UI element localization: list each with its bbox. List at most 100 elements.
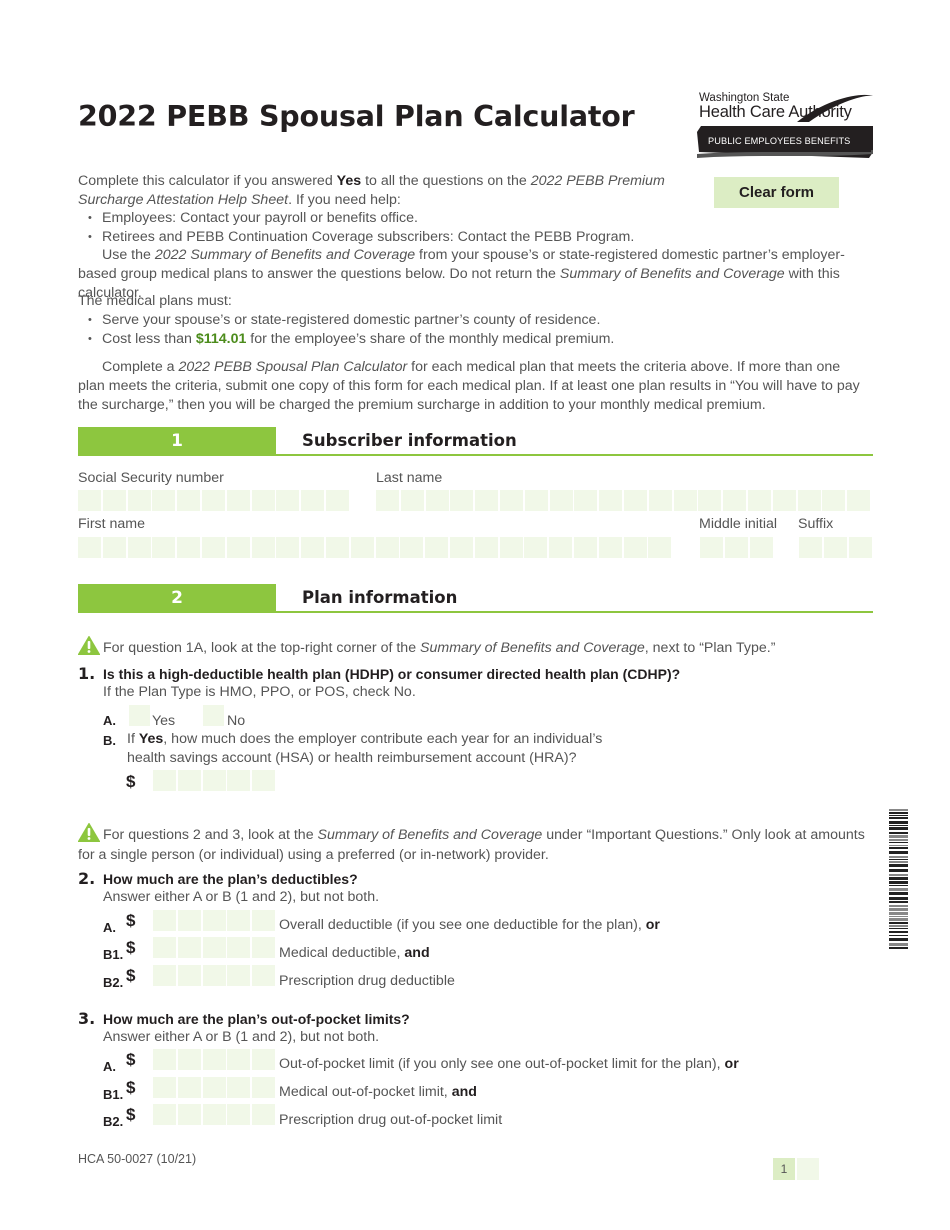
- input-cell[interactable]: [202, 1104, 226, 1125]
- input-cell[interactable]: [700, 537, 723, 558]
- first-name-field[interactable]: [78, 537, 672, 558]
- input-cell[interactable]: [78, 490, 101, 511]
- input-cell[interactable]: [252, 965, 276, 986]
- input-cell[interactable]: [177, 537, 201, 558]
- input-cell[interactable]: [153, 910, 176, 931]
- input-cell[interactable]: [350, 537, 374, 558]
- input-cell[interactable]: [598, 537, 622, 558]
- input-cell[interactable]: [202, 965, 226, 986]
- input-cell[interactable]: [698, 490, 722, 511]
- input-cell[interactable]: [772, 490, 796, 511]
- input-cell[interactable]: [251, 537, 275, 558]
- input-cell[interactable]: [574, 490, 598, 511]
- input-cell[interactable]: [524, 490, 548, 511]
- middle-initial-field[interactable]: [700, 537, 773, 558]
- input-cell[interactable]: [177, 490, 201, 511]
- input-cell[interactable]: [549, 537, 573, 558]
- input-cell[interactable]: [177, 770, 201, 791]
- input-cell[interactable]: [549, 490, 573, 511]
- input-cell[interactable]: [400, 537, 424, 558]
- input-cell[interactable]: [227, 1104, 251, 1125]
- input-cell[interactable]: [177, 965, 201, 986]
- input-cell[interactable]: [623, 490, 647, 511]
- medical-oop-field[interactable]: [153, 1077, 276, 1098]
- input-cell[interactable]: [823, 537, 847, 558]
- input-cell[interactable]: [499, 537, 523, 558]
- input-cell[interactable]: [276, 490, 300, 511]
- input-cell[interactable]: [227, 1049, 251, 1070]
- input-cell[interactable]: [153, 770, 176, 791]
- input-cell[interactable]: [475, 490, 499, 511]
- input-cell[interactable]: [847, 490, 871, 511]
- input-cell[interactable]: [251, 490, 275, 511]
- input-cell[interactable]: [227, 965, 251, 986]
- ssn-field[interactable]: [78, 490, 349, 511]
- rx-oop-field[interactable]: [153, 1104, 276, 1125]
- suffix-field[interactable]: [799, 537, 872, 558]
- input-cell[interactable]: [252, 1104, 276, 1125]
- input-cell[interactable]: [252, 910, 276, 931]
- input-cell[interactable]: [400, 490, 424, 511]
- input-cell[interactable]: [177, 910, 201, 931]
- input-cell[interactable]: [152, 537, 176, 558]
- input-cell[interactable]: [201, 537, 225, 558]
- input-cell[interactable]: [78, 537, 101, 558]
- input-cell[interactable]: [153, 965, 176, 986]
- oop-limit-field[interactable]: [153, 1049, 276, 1070]
- input-cell[interactable]: [375, 537, 399, 558]
- input-cell[interactable]: [724, 537, 748, 558]
- input-cell[interactable]: [252, 770, 276, 791]
- input-cell[interactable]: [573, 537, 597, 558]
- input-cell[interactable]: [202, 1049, 226, 1070]
- overall-deductible-field[interactable]: [153, 910, 276, 931]
- input-cell[interactable]: [449, 537, 473, 558]
- input-cell[interactable]: [227, 1077, 251, 1098]
- input-cell[interactable]: [177, 1104, 201, 1125]
- input-cell[interactable]: [450, 490, 474, 511]
- input-cell[interactable]: [153, 1104, 176, 1125]
- input-cell[interactable]: [202, 937, 226, 958]
- input-cell[interactable]: [599, 490, 623, 511]
- input-cell[interactable]: [376, 490, 399, 511]
- input-cell[interactable]: [127, 537, 151, 558]
- input-cell[interactable]: [325, 490, 349, 511]
- input-cell[interactable]: [524, 537, 548, 558]
- input-cell[interactable]: [474, 537, 498, 558]
- no-checkbox[interactable]: [203, 705, 224, 726]
- input-cell[interactable]: [499, 490, 523, 511]
- input-cell[interactable]: [227, 770, 251, 791]
- input-cell[interactable]: [301, 537, 325, 558]
- input-cell[interactable]: [301, 490, 325, 511]
- input-cell[interactable]: [252, 1049, 276, 1070]
- input-cell[interactable]: [797, 490, 821, 511]
- input-cell[interactable]: [177, 937, 201, 958]
- input-cell[interactable]: [227, 937, 251, 958]
- input-cell[interactable]: [252, 1077, 276, 1098]
- input-cell[interactable]: [201, 490, 225, 511]
- input-cell[interactable]: [102, 490, 126, 511]
- input-cell[interactable]: [848, 537, 872, 558]
- hsa-amount-field[interactable]: [153, 770, 276, 791]
- input-cell[interactable]: [177, 1049, 201, 1070]
- input-cell[interactable]: [325, 537, 349, 558]
- rx-deductible-field[interactable]: [153, 965, 276, 986]
- input-cell[interactable]: [747, 490, 771, 511]
- input-cell[interactable]: [425, 490, 449, 511]
- input-cell[interactable]: [202, 770, 226, 791]
- input-cell[interactable]: [648, 537, 672, 558]
- page-total-field[interactable]: [797, 1158, 819, 1180]
- input-cell[interactable]: [623, 537, 647, 558]
- input-cell[interactable]: [673, 490, 697, 511]
- input-cell[interactable]: [127, 490, 151, 511]
- input-cell[interactable]: [723, 490, 747, 511]
- input-cell[interactable]: [226, 537, 250, 558]
- input-cell[interactable]: [202, 1077, 226, 1098]
- last-name-field[interactable]: [376, 490, 871, 511]
- input-cell[interactable]: [202, 910, 226, 931]
- clear-form-button[interactable]: Clear form: [714, 177, 839, 208]
- input-cell[interactable]: [276, 537, 300, 558]
- input-cell[interactable]: [153, 1049, 176, 1070]
- input-cell[interactable]: [152, 490, 176, 511]
- input-cell[interactable]: [648, 490, 672, 511]
- input-cell[interactable]: [177, 1077, 201, 1098]
